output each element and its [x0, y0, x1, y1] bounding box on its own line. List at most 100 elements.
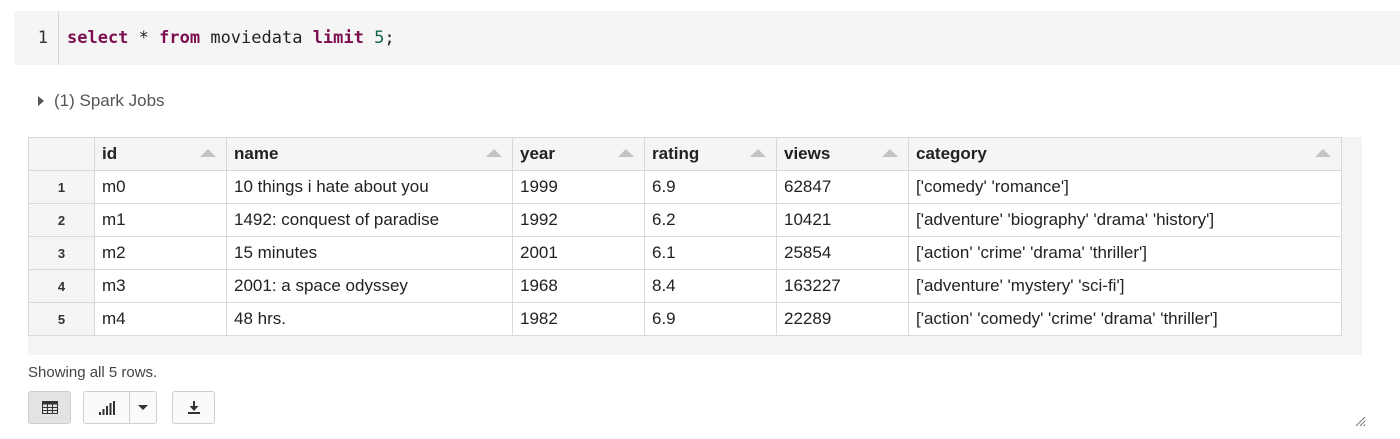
- limit-value: 5: [374, 28, 385, 48]
- cell-text: 6.9: [652, 177, 676, 196]
- row-index: 5: [28, 302, 95, 336]
- cell-text: m0: [102, 177, 126, 196]
- table-cell[interactable]: 2001: [512, 236, 645, 270]
- cell-text: m3: [102, 276, 126, 295]
- table-row: 5 m4 48 hrs. 1982 6.9 22289 ['action' 'c…: [28, 302, 1342, 336]
- table-cell[interactable]: 8.4: [644, 269, 777, 303]
- table-cell[interactable]: 6.9: [644, 302, 777, 336]
- chart-view-button[interactable]: [84, 392, 130, 423]
- row-index: 1: [28, 170, 95, 204]
- table-cell[interactable]: m2: [94, 236, 227, 270]
- table-cell[interactable]: 1992: [512, 203, 645, 237]
- chart-options-dropdown[interactable]: [130, 392, 156, 423]
- cell-text: 62847: [784, 177, 832, 196]
- bar-chart-icon: [98, 400, 115, 415]
- table-cell[interactable]: 10421: [776, 203, 909, 237]
- table-cell[interactable]: ['action' 'comedy' 'crime' 'drama' 'thri…: [908, 302, 1342, 336]
- table-cell[interactable]: ['adventure' 'mystery' 'sci-fi']: [908, 269, 1342, 303]
- download-icon: [187, 400, 200, 414]
- cell-text: 2001: [520, 243, 558, 262]
- sort-arrow-icon[interactable]: [882, 149, 898, 157]
- table-row: 1 m0 10 things i hate about you 1999 6.9…: [28, 170, 1342, 204]
- column-header-label: views: [784, 144, 831, 163]
- table-cell[interactable]: ['action' 'crime' 'drama' 'thriller']: [908, 236, 1342, 270]
- code-star: *: [128, 28, 160, 48]
- column-header-views[interactable]: views: [776, 137, 909, 171]
- table-cell[interactable]: 1968: [512, 269, 645, 303]
- cell-text: 1999: [520, 177, 558, 196]
- code-line[interactable]: select * from moviedata limit 5;: [59, 28, 395, 48]
- sort-arrow-icon[interactable]: [750, 149, 766, 157]
- column-header-category[interactable]: category: [908, 137, 1342, 171]
- cell-text: 2001: a space odyssey: [234, 276, 408, 295]
- chart-view-button-group: [83, 391, 157, 424]
- table-cell[interactable]: 22289: [776, 302, 909, 336]
- table-cell[interactable]: 1982: [512, 302, 645, 336]
- table-row: 2 m1 1492: conquest of paradise 1992 6.2…: [28, 203, 1342, 237]
- cell-text: ['action' 'crime' 'drama' 'thriller']: [916, 243, 1147, 262]
- table-cell[interactable]: 1999: [512, 170, 645, 204]
- table-row: 3 m2 15 minutes 2001 6.1 25854 ['action'…: [28, 236, 1342, 270]
- keyword-select: select: [67, 28, 129, 48]
- rows-count-note: Showing all 5 rows.: [28, 364, 158, 381]
- sort-arrow-icon[interactable]: [1315, 149, 1331, 157]
- table-cell[interactable]: ['adventure' 'biography' 'drama' 'histor…: [908, 203, 1342, 237]
- column-header-id[interactable]: id: [94, 137, 227, 171]
- keyword-from: from: [159, 28, 201, 48]
- cell-text: 1992: [520, 210, 558, 229]
- cell-text: 48 hrs.: [234, 309, 286, 328]
- table-cell[interactable]: 6.1: [644, 236, 777, 270]
- cell-text: ['comedy' 'romance']: [916, 177, 1069, 196]
- cell-text: 10 things i hate about you: [234, 177, 429, 196]
- column-header-label: category: [916, 144, 987, 163]
- table-cell[interactable]: m0: [94, 170, 227, 204]
- table-cell[interactable]: m1: [94, 203, 227, 237]
- code-semicolon: ;: [384, 28, 395, 48]
- resize-handle-icon[interactable]: [1354, 415, 1366, 427]
- cell-text: m1: [102, 210, 126, 229]
- code-cell[interactable]: 1 select * from moviedata limit 5;: [14, 11, 1400, 65]
- cell-text: 10421: [784, 210, 832, 229]
- column-header-rating[interactable]: rating: [644, 137, 777, 171]
- spark-jobs-toggle[interactable]: (1) Spark Jobs: [38, 90, 165, 112]
- table-view-button[interactable]: [28, 391, 71, 424]
- table-cell[interactable]: 2001: a space odyssey: [226, 269, 513, 303]
- table-cell[interactable]: 163227: [776, 269, 909, 303]
- table-cell[interactable]: 25854: [776, 236, 909, 270]
- cell-text: 163227: [784, 276, 841, 295]
- table-cell[interactable]: 15 minutes: [226, 236, 513, 270]
- code-table-name: moviedata: [200, 28, 313, 48]
- column-header-label: name: [234, 144, 279, 163]
- spark-jobs-label: (1) Spark Jobs: [54, 91, 165, 110]
- sort-arrow-icon[interactable]: [200, 149, 216, 157]
- column-header-label: rating: [652, 144, 700, 163]
- column-header-label: year: [520, 144, 555, 163]
- sort-arrow-icon[interactable]: [486, 149, 502, 157]
- table-cell[interactable]: 62847: [776, 170, 909, 204]
- table-header-row: id name year rating views category: [28, 137, 1342, 171]
- row-index: 4: [28, 269, 95, 303]
- table-cell[interactable]: m3: [94, 269, 227, 303]
- column-header-year[interactable]: year: [512, 137, 645, 171]
- cell-text: 6.9: [652, 309, 676, 328]
- cell-text: m2: [102, 243, 126, 262]
- table-cell[interactable]: 1492: conquest of paradise: [226, 203, 513, 237]
- download-button[interactable]: [172, 391, 215, 424]
- table-cell[interactable]: 6.2: [644, 203, 777, 237]
- column-header-name[interactable]: name: [226, 137, 513, 171]
- cell-text: 22289: [784, 309, 832, 328]
- cell-text: 15 minutes: [234, 243, 318, 262]
- sort-arrow-icon[interactable]: [618, 149, 634, 157]
- table-icon: [41, 401, 58, 414]
- table-cell[interactable]: 48 hrs.: [226, 302, 513, 336]
- table-cell[interactable]: m4: [94, 302, 227, 336]
- table-cell[interactable]: ['comedy' 'romance']: [908, 170, 1342, 204]
- cell-text: 25854: [784, 243, 832, 262]
- table-cell[interactable]: 10 things i hate about you: [226, 170, 513, 204]
- cell-text: 1982: [520, 309, 558, 328]
- table-cell[interactable]: 6.9: [644, 170, 777, 204]
- row-index: 3: [28, 236, 95, 270]
- cell-text: ['adventure' 'biography' 'drama' 'histor…: [916, 210, 1215, 229]
- cell-text: ['adventure' 'mystery' 'sci-fi']: [916, 276, 1125, 295]
